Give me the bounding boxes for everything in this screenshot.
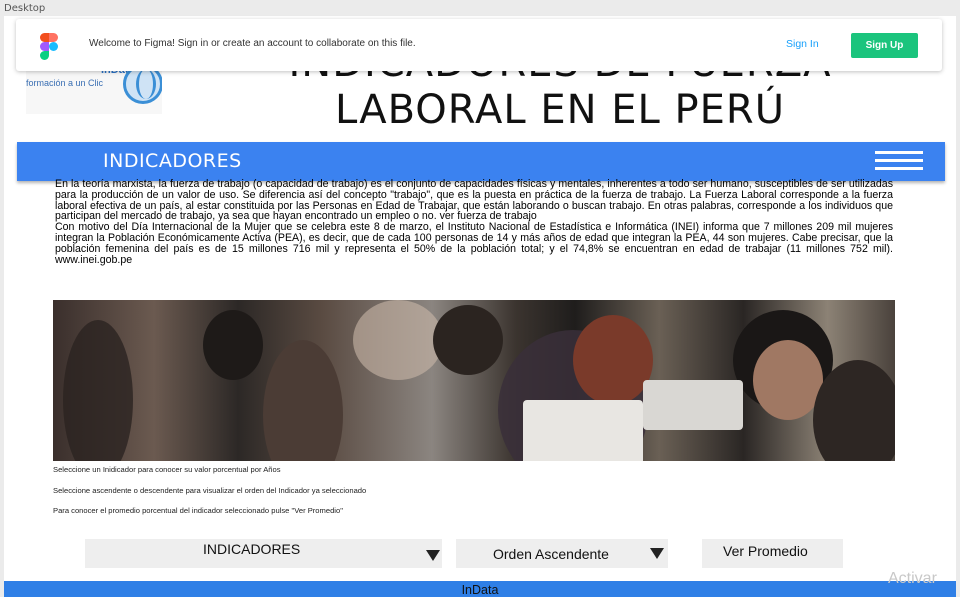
- sign-in-link[interactable]: Sign In: [786, 38, 819, 50]
- nav-title: INDICADORES: [103, 150, 242, 172]
- ver-promedio-label: Ver Promedio: [723, 543, 808, 559]
- paragraph-definition: En la teoría marxista, la fuerza de trab…: [55, 178, 893, 223]
- ver-promedio-button[interactable]: Ver Promedio: [702, 539, 843, 568]
- chevron-down-icon: [426, 550, 440, 561]
- chevron-down-icon: [650, 548, 664, 559]
- figma-welcome-message: Welcome to Figma! Sign in or create an a…: [89, 38, 416, 49]
- nav-bar: INDICADORES: [17, 142, 945, 181]
- instruction-order: Seleccione ascendente o descendente para…: [53, 486, 367, 495]
- intro-text: En la teoría marxista, la fuerza de trab…: [55, 179, 893, 265]
- indicator-select-value: INDICADORES: [203, 541, 301, 557]
- activation-watermark: Activar: [888, 570, 937, 587]
- figma-logo-icon: [40, 33, 58, 60]
- figma-signin-banner: Welcome to Figma! Sign in or create an a…: [16, 19, 942, 71]
- order-select-value: Orden Ascendente: [493, 546, 609, 562]
- footer-text: InData: [461, 583, 499, 597]
- sign-up-button[interactable]: Sign Up: [851, 33, 918, 58]
- hamburger-menu-icon[interactable]: [875, 151, 923, 171]
- order-select[interactable]: Orden Ascendente: [456, 539, 668, 568]
- instruction-select-indicator: Seleccione un Inidicador para conocer su…: [53, 465, 281, 474]
- footer-bar: InData: [4, 581, 956, 597]
- paragraph-inei: Con motivo del Día Internacional de la M…: [55, 221, 893, 266]
- indicator-select[interactable]: INDICADORES: [85, 539, 442, 568]
- instruction-average: Para conocer el promedio porcentual del …: [53, 506, 343, 515]
- desktop-label: Desktop: [4, 3, 46, 14]
- logo-tagline: formación a un Clic: [26, 78, 104, 88]
- hero-photo-job-seekers: [53, 300, 895, 461]
